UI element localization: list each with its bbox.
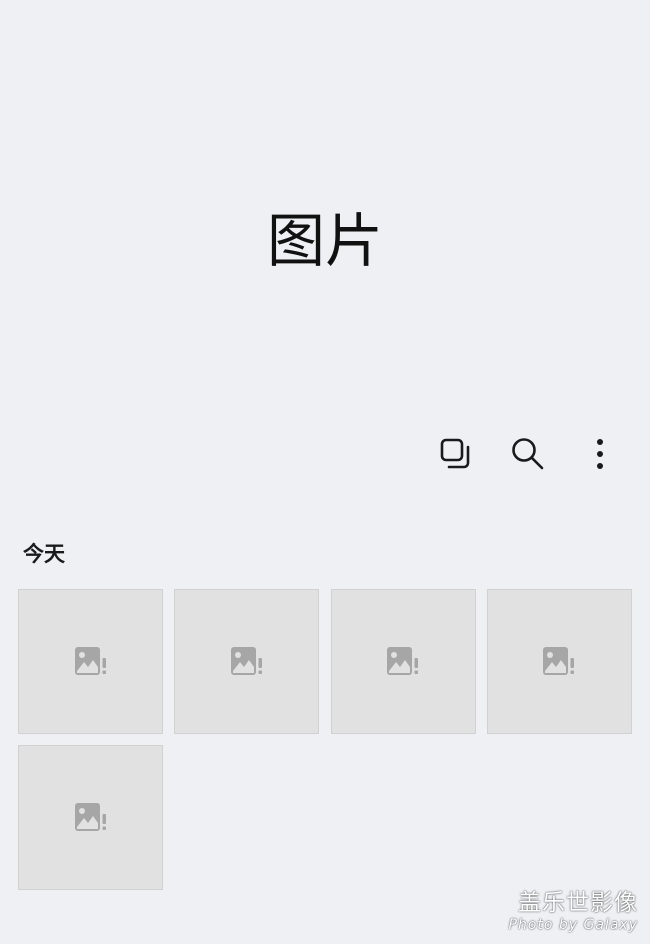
more-vertical-icon: [597, 439, 603, 469]
section-label-today: 今天: [23, 542, 65, 566]
broken-image-icon: [74, 646, 106, 675]
more-options-button[interactable]: [580, 434, 620, 474]
thumbnail[interactable]: [486, 589, 632, 734]
broken-image-icon: [387, 646, 419, 675]
thumbnail[interactable]: [330, 589, 476, 734]
watermark-line2: Photo by Galaxy: [508, 917, 638, 933]
search-button[interactable]: [508, 434, 548, 474]
toolbar: [404, 434, 620, 474]
watermark: 盖乐世影像 Photo by Galaxy: [508, 890, 638, 933]
thumbnail[interactable]: [18, 589, 163, 734]
select-copy-button[interactable]: [436, 434, 476, 474]
broken-image-icon: [230, 646, 262, 675]
thumbnail[interactable]: [174, 589, 320, 734]
broken-image-icon: [74, 802, 106, 831]
watermark-line1: 盖乐世影像: [518, 890, 638, 916]
thumbnail[interactable]: [18, 745, 163, 890]
page-title: 图片: [266, 207, 383, 275]
copy-stack-icon: [440, 438, 470, 469]
search-icon: [512, 438, 544, 470]
broken-image-icon: [543, 646, 575, 675]
thumbnail-grid: [18, 589, 632, 890]
